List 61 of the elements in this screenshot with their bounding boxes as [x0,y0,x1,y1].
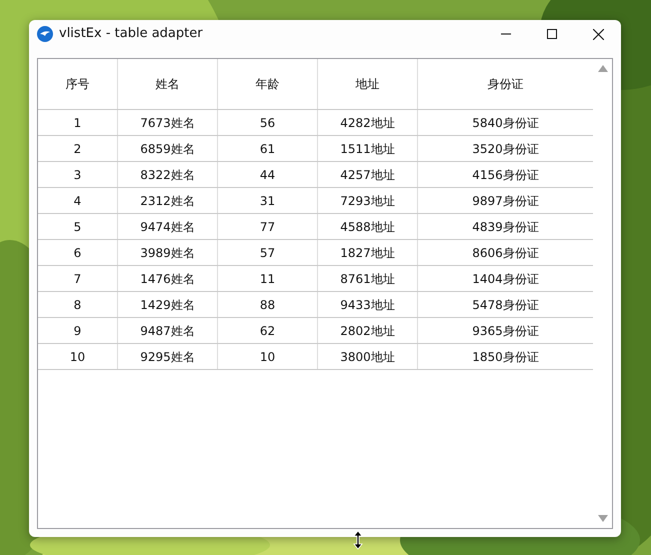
column-header[interactable]: 年龄 [218,59,318,109]
table-cell: 11 [218,266,318,291]
table-cell: 8 [38,292,118,317]
table-cell: 4282地址 [318,110,418,135]
table-cell: 6 [38,240,118,265]
table-cell: 10 [218,344,318,369]
table-cell: 4588地址 [318,214,418,239]
table-cell: 44 [218,162,318,187]
table-cell-text: 4839身份证 [471,218,540,236]
column-header[interactable]: 序号 [38,59,118,109]
table-cell: 6859姓名 [118,136,218,161]
table-cell: 2 [38,136,118,161]
table-cell-text: 5840身份证 [471,114,540,132]
table-cell: 1429姓名 [118,292,218,317]
table-cell-text: 5478身份证 [471,296,540,314]
table-cell: 8761地址 [318,266,418,291]
table-cell-text: 1850身份证 [471,348,540,366]
table-cell: 5 [38,214,118,239]
table-cell-text: 9365身份证 [471,322,540,340]
table-cell: 31 [218,188,318,213]
table-cell: 10 [38,344,118,369]
table-cell-text: 4156身份证 [471,166,540,184]
table-cell: 4 [38,188,118,213]
table-cell-text: 9897身份证 [471,192,540,210]
table-cell: 9487姓名 [118,318,218,343]
table-cell: 1 [38,110,118,135]
maximize-icon [547,29,557,39]
table-cell: 4257地址 [318,162,418,187]
scroll-down-icon[interactable] [598,515,608,522]
table-cell: 3989姓名 [118,240,218,265]
table-cell: 2312姓名 [118,188,218,213]
table-cell: 2802地址 [318,318,418,343]
table-cell: 1511地址 [318,136,418,161]
scroll-up-icon[interactable] [598,65,608,72]
table-cell: 77 [218,214,318,239]
close-icon [592,28,604,40]
column-header[interactable]: 身份证 [418,59,593,109]
table-cell: 88 [218,292,318,317]
table-cell: 61 [218,136,318,161]
table-cell: 9 [38,318,118,343]
table-cell: 7673姓名 [118,110,218,135]
table-cell: 9295姓名 [118,344,218,369]
table-cell: 3 [38,162,118,187]
app-logo-icon [37,26,53,42]
column-header[interactable]: 地址 [318,59,418,109]
table-cell: 3800地址 [318,344,418,369]
table-cell: 1827地址 [318,240,418,265]
table-cell: 8322姓名 [118,162,218,187]
table-cell: 7293地址 [318,188,418,213]
table-cell: 56 [218,110,318,135]
column-header[interactable]: 姓名 [118,59,218,109]
table-cell: 62 [218,318,318,343]
table-cell: 7 [38,266,118,291]
table-cell: 57 [218,240,318,265]
table-cell: 9474姓名 [118,214,218,239]
table-cell: 1476姓名 [118,266,218,291]
table-cell-text: 8606身份证 [471,244,540,262]
table-cell-text: 1404身份证 [471,270,540,288]
window-title: vlistEx - table adapter [59,25,203,44]
table-cell-text: 3520身份证 [471,140,540,158]
table-cell: 9433地址 [318,292,418,317]
